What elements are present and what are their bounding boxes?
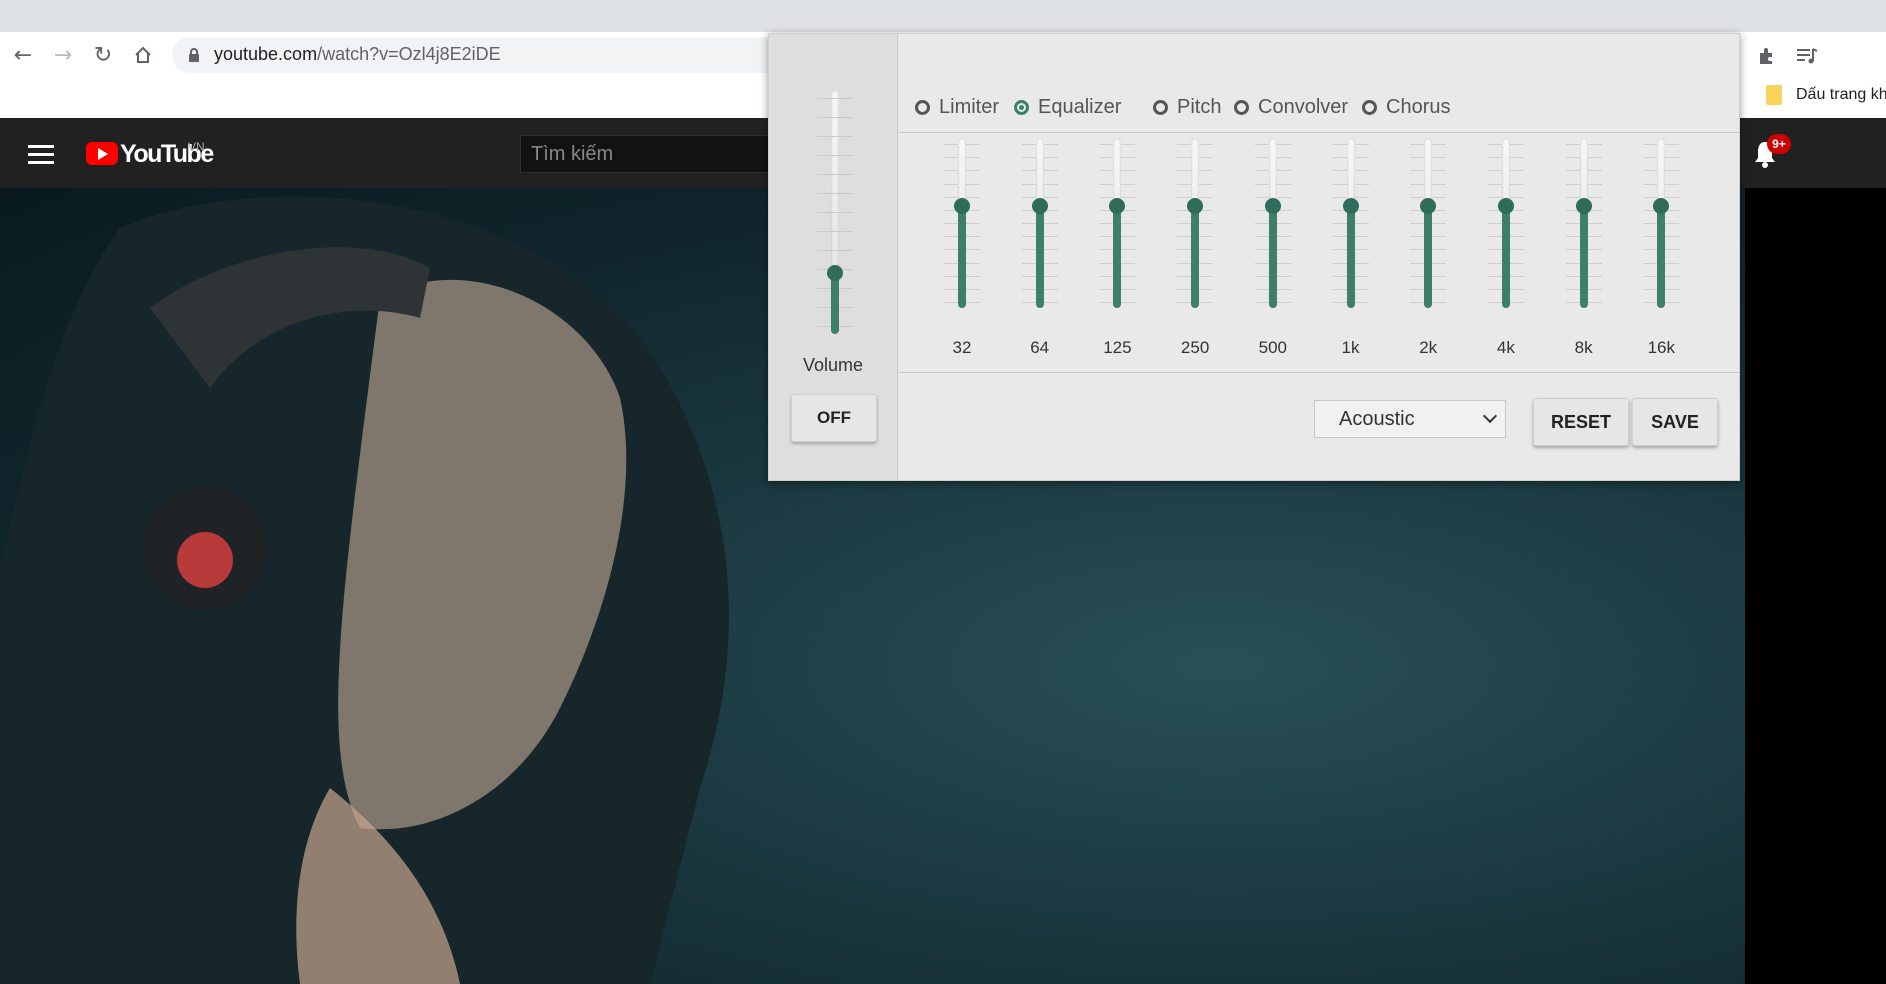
notification-badge: 9+: [1767, 134, 1791, 154]
chevron-down-icon: [1482, 408, 1498, 424]
eq-band-slider[interactable]: 32: [932, 134, 992, 364]
eq-band-slider[interactable]: 8k: [1554, 134, 1614, 364]
eq-band-fill: [958, 206, 966, 308]
radio-limiter[interactable]: [915, 99, 930, 115]
mode-label-equalizer: Equalizer: [1038, 95, 1122, 118]
slider-tick: [817, 193, 853, 194]
slider-tick: [817, 117, 853, 118]
preset-selected-value: Acoustic: [1339, 408, 1415, 430]
lock-icon: [189, 48, 199, 62]
search-input[interactable]: Tìm kiếm: [520, 135, 770, 173]
reload-icon[interactable]: ↻: [90, 42, 116, 68]
eq-band-slider[interactable]: 1k: [1321, 134, 1381, 364]
slider-tick: [817, 155, 853, 156]
tab-strip: [0, 0, 1886, 32]
eq-band-label: 1k: [1341, 338, 1360, 357]
mode-label-chorus: Chorus: [1386, 95, 1451, 118]
mode-convolver[interactable]: Convolver: [1234, 82, 1348, 132]
eq-band-handle[interactable]: [1497, 198, 1514, 214]
youtube-logo-icon[interactable]: [86, 142, 118, 165]
bookmark-folder-icon: [1766, 85, 1782, 105]
slider-tick: [817, 231, 853, 232]
eq-band-handle[interactable]: [1187, 198, 1204, 214]
mode-limiter[interactable]: Limiter: [915, 82, 999, 132]
radio-equalizer[interactable]: [1014, 99, 1029, 115]
url-host: youtube.com: [214, 44, 318, 64]
slider-tick: [817, 250, 853, 251]
effect-mode-selector: Limiter Equalizer Pitch Convolver Chorus: [899, 82, 1739, 133]
mode-label-limiter: Limiter: [939, 95, 1000, 118]
mode-label-pitch: Pitch: [1177, 95, 1222, 118]
mode-label-convolver: Convolver: [1258, 95, 1349, 118]
eq-band-handle[interactable]: [1109, 198, 1126, 214]
eq-band-handle[interactable]: [1342, 198, 1359, 214]
radio-pitch[interactable]: [1153, 99, 1168, 115]
slider-tick: [817, 212, 853, 213]
back-icon[interactable]: ←: [10, 42, 36, 68]
eq-band-fill: [1113, 206, 1122, 308]
eq-band-handle[interactable]: [1653, 198, 1670, 214]
eq-band-label: 250: [1180, 338, 1210, 357]
save-button[interactable]: SAVE: [1632, 398, 1718, 446]
slider-tick: [817, 136, 853, 137]
equalizer-popup: Volume OFF Limiter Equalizer Pitch Convo…: [768, 33, 1740, 481]
eq-band-fill: [1424, 206, 1433, 308]
bookmark-item-label[interactable]: Dấu trang khá: [1796, 86, 1886, 104]
eq-band-label: 64: [1030, 338, 1050, 357]
eq-band-slider[interactable]: 16k: [1631, 134, 1691, 364]
page-side-area: [1745, 188, 1886, 984]
forward-icon[interactable]: →: [50, 42, 76, 68]
divider: [899, 372, 1739, 373]
url-path: /watch?v=Ozl4j8E2iDE: [317, 44, 501, 64]
mode-pitch[interactable]: Pitch: [1153, 82, 1221, 132]
eq-band-handle[interactable]: [1575, 198, 1592, 214]
eq-band-slider[interactable]: 500: [1243, 134, 1303, 364]
eq-band-label: 32: [952, 338, 972, 357]
eq-band-slider[interactable]: 64: [1010, 134, 1070, 364]
eq-band-fill: [1346, 206, 1355, 308]
volume-slider-fill: [831, 273, 839, 334]
eq-band-label: 2k: [1419, 338, 1438, 357]
eq-band-fill: [1501, 206, 1510, 308]
eq-band-label: 16k: [1647, 338, 1675, 357]
eq-band-handle[interactable]: [1264, 198, 1281, 214]
volume-label: Volume: [802, 355, 864, 375]
off-button[interactable]: OFF: [791, 394, 877, 442]
radio-convolver[interactable]: [1234, 99, 1249, 115]
hamburger-menu-icon[interactable]: [28, 145, 54, 164]
eq-band-label: 4k: [1496, 338, 1515, 357]
home-icon[interactable]: [130, 42, 156, 68]
eq-band-label: 500: [1258, 338, 1287, 357]
eq-band-label: 125: [1103, 338, 1132, 357]
region-code: VN: [188, 140, 205, 154]
extensions-icon[interactable]: [1753, 42, 1781, 70]
eq-band-fill: [1657, 206, 1666, 308]
eq-band-label: 8k: [1574, 338, 1593, 357]
eq-band-slider[interactable]: 250: [1165, 134, 1225, 364]
eq-band-fill: [1035, 206, 1044, 308]
reading-list-icon[interactable]: [1793, 42, 1821, 70]
eq-band-slider[interactable]: 4k: [1476, 134, 1536, 364]
eq-band-slider[interactable]: 125: [1087, 134, 1147, 364]
reset-button[interactable]: RESET: [1533, 398, 1629, 446]
volume-slider-handle[interactable]: [827, 265, 843, 281]
eq-band-slider[interactable]: 2k: [1398, 134, 1458, 364]
eq-band-handle[interactable]: [1031, 198, 1048, 214]
mode-equalizer[interactable]: Equalizer: [1014, 82, 1121, 132]
eq-band-handle[interactable]: [954, 198, 970, 214]
eq-band-fill: [1268, 206, 1277, 308]
slider-tick: [817, 174, 853, 175]
eq-band-handle[interactable]: [1420, 198, 1437, 214]
eq-band-fill: [1579, 206, 1588, 308]
mode-chorus[interactable]: Chorus: [1362, 82, 1450, 132]
radio-chorus[interactable]: [1362, 99, 1377, 115]
slider-tick: [817, 98, 853, 99]
url-text[interactable]: youtube.com/watch?v=Ozl4j8E2iDE: [214, 44, 501, 65]
preset-select[interactable]: Acoustic: [1314, 400, 1506, 438]
eq-band-fill: [1191, 206, 1200, 308]
